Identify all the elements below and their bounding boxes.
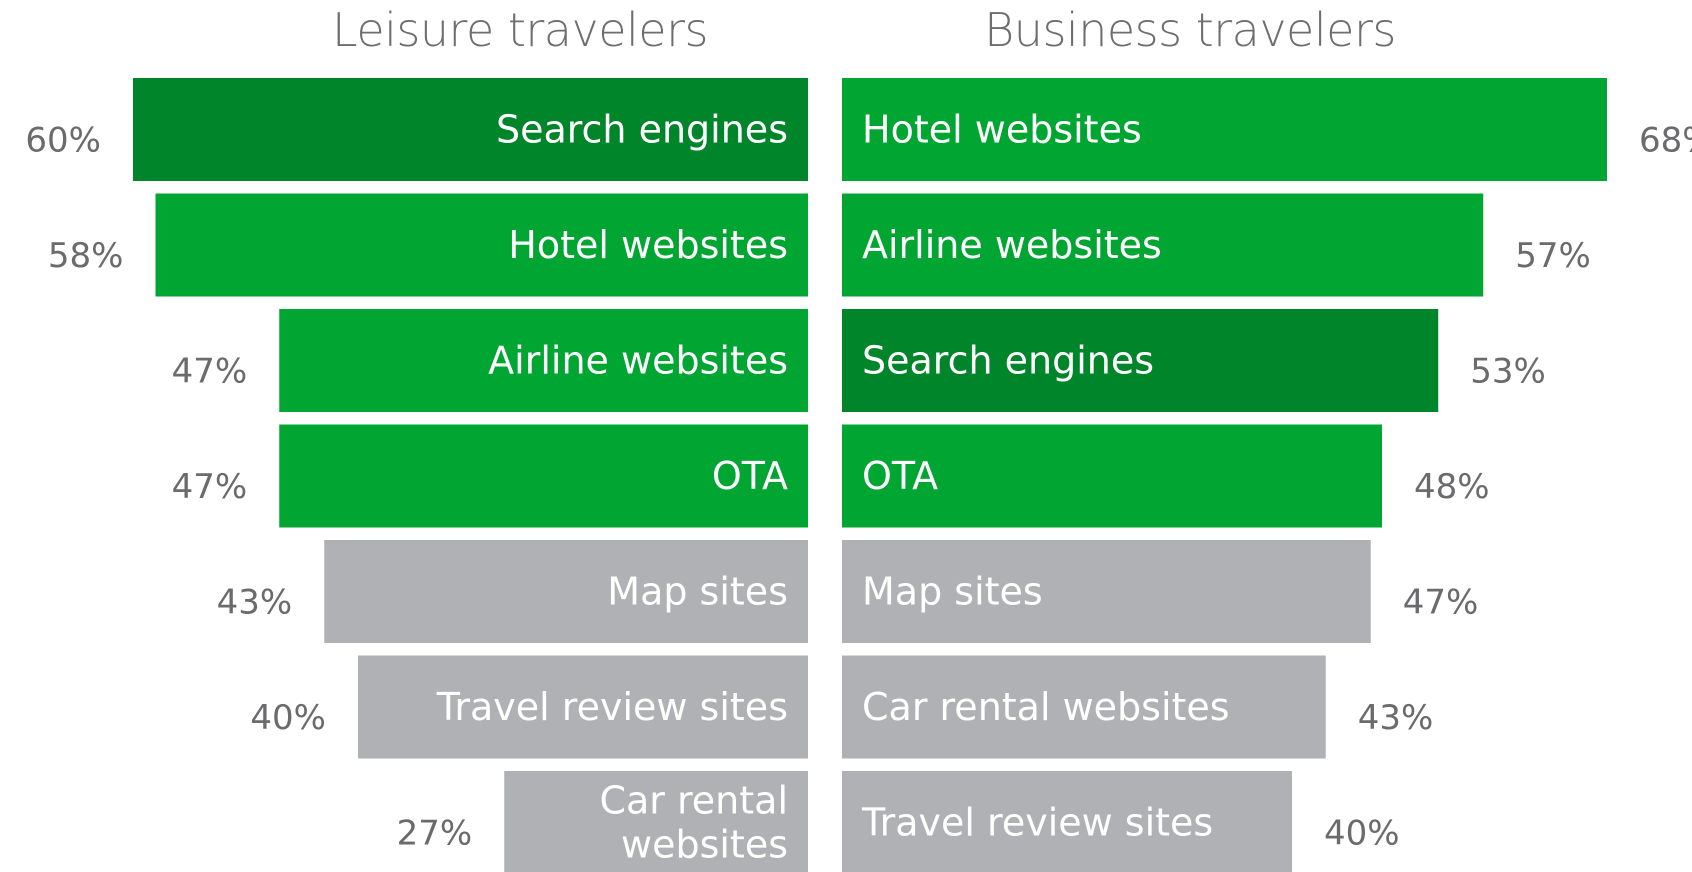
leisure-category-label-line: Hotel websites bbox=[508, 223, 788, 267]
leisure-category-label: OTA bbox=[712, 454, 788, 498]
leisure-category-label-line: OTA bbox=[712, 454, 788, 498]
leisure-category-label: Airline websites bbox=[488, 339, 788, 383]
business-category-label: Airline websites bbox=[862, 223, 1162, 267]
business-value-label: 40% bbox=[1324, 814, 1400, 854]
business-value-label: 48% bbox=[1414, 467, 1490, 507]
business-category-label: Car rental websites bbox=[862, 685, 1230, 729]
business-category-label-line: Map sites bbox=[862, 570, 1043, 614]
leisure-category-label: Hotel websites bbox=[508, 223, 788, 267]
business-category-label-line: Car rental websites bbox=[862, 685, 1230, 729]
leisure-category-label-line: Travel review sites bbox=[436, 685, 788, 729]
business-category-label-line: Airline websites bbox=[862, 223, 1162, 267]
leisure-category-label-line: Airline websites bbox=[488, 339, 788, 383]
bar-chart-svg: Search engines 60% Hotel websites 58% Airlin… bbox=[25, 78, 1692, 872]
business-category-label-line: Hotel websites bbox=[862, 108, 1142, 152]
business-bars-group: Hotel websites 68% Airline websites 57% Sear… bbox=[842, 78, 1692, 872]
business-category-label: Search engines bbox=[862, 339, 1154, 383]
leisure-category-label-line: Car rental bbox=[599, 779, 788, 823]
leisure-category-label: Map sites bbox=[607, 570, 788, 614]
leisure-value-label: 27% bbox=[397, 814, 473, 854]
business-category-label-line: OTA bbox=[862, 454, 938, 498]
business-category-label-line: Travel review sites bbox=[861, 801, 1213, 845]
business-category-label-line: Search engines bbox=[862, 339, 1154, 383]
leisure-value-label: 60% bbox=[25, 121, 101, 161]
leisure-value-label: 58% bbox=[48, 236, 124, 276]
business-category-label: Map sites bbox=[862, 570, 1043, 614]
business-category-label: Travel review sites bbox=[861, 801, 1213, 845]
leisure-value-label: 40% bbox=[250, 698, 326, 738]
business-value-label: 57% bbox=[1515, 236, 1591, 276]
business-value-label: 47% bbox=[1403, 583, 1479, 623]
leisure-category-label-line: Search engines bbox=[496, 108, 788, 152]
leisure-value-label: 47% bbox=[172, 352, 248, 392]
business-value-label: 43% bbox=[1358, 698, 1434, 738]
leisure-value-label: 43% bbox=[217, 583, 293, 623]
leisure-category-label: Car rental websites bbox=[599, 779, 788, 867]
leisure-value-label: 47% bbox=[172, 467, 248, 507]
business-category-label: OTA bbox=[862, 454, 938, 498]
business-category-label: Hotel websites bbox=[862, 108, 1142, 152]
business-value-label: 53% bbox=[1470, 352, 1546, 392]
business-value-label: 68% bbox=[1639, 121, 1692, 161]
leisure-category-label-line: websites bbox=[621, 823, 788, 867]
leisure-category-label: Search engines bbox=[496, 108, 788, 152]
chart-container: Leisure travelers Business travelers Sea… bbox=[0, 0, 1692, 872]
leisure-bars-group: Search engines 60% Hotel websites 58% Airlin… bbox=[25, 78, 808, 872]
leisure-category-label: Travel review sites bbox=[436, 685, 788, 729]
leisure-category-label-line: Map sites bbox=[607, 570, 788, 614]
